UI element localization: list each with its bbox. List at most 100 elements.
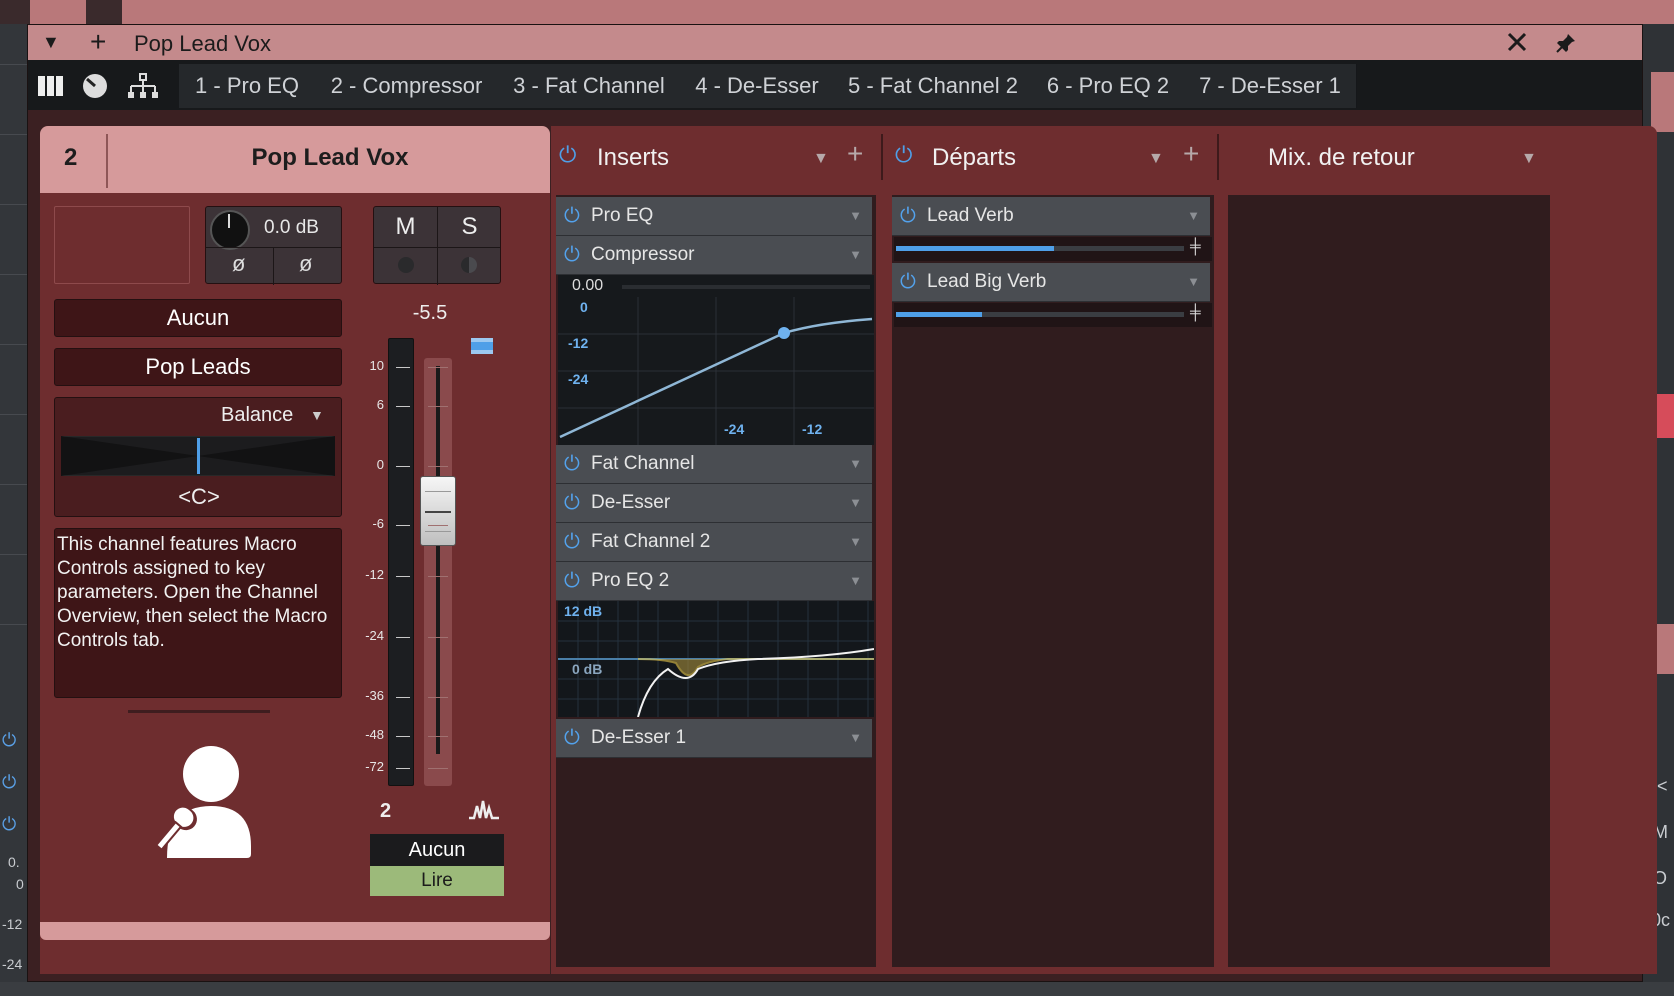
send-slot-lead-big-verb[interactable]: ⏻ Lead Big Verb ▼ — [892, 263, 1210, 302]
pan-mode-dropdown-icon[interactable]: ▼ — [310, 407, 324, 423]
mixer-view-icon[interactable] — [32, 68, 70, 104]
power-icon[interactable]: ⏻ — [564, 445, 580, 483]
tab-compressor[interactable]: 2 - Compressor — [315, 64, 499, 108]
chevron-down-icon[interactable]: ▼ — [849, 484, 862, 522]
fader-scale-tick — [396, 525, 410, 526]
fader-scale-label: -6 — [372, 516, 384, 531]
pre-post-fader-icon[interactable]: ╪ — [1190, 238, 1201, 255]
chevron-down-icon[interactable]: ▼ — [849, 236, 862, 274]
channel-image-slot[interactable] — [54, 206, 190, 284]
pin-icon[interactable] — [1554, 31, 1578, 55]
tab-fat-channel-2[interactable]: 5 - Fat Channel 2 — [834, 64, 1033, 108]
power-icon[interactable]: ⏻ — [564, 236, 580, 274]
tab-fat-channel[interactable]: 3 - Fat Channel — [498, 64, 681, 108]
add-icon[interactable]: + — [90, 26, 106, 58]
eq-scale-label: 0 dB — [572, 661, 603, 677]
power-icon[interactable]: ⏻ — [564, 523, 580, 561]
chevron-down-icon[interactable]: ▼ — [849, 562, 862, 600]
chevron-down-icon[interactable]: ▼ — [1187, 263, 1200, 301]
insert-slot-compressor[interactable]: ⏻ Compressor ▼ — [556, 236, 872, 275]
fader-scale-tick — [396, 576, 410, 577]
insert-slot-fat-channel[interactable]: ⏻ Fat Channel ▼ — [556, 445, 872, 484]
sends-list: ⏻ Lead Verb ▼ ╪ ⏻ Lead Big Verb ▼ ╪ — [892, 195, 1214, 967]
chevron-down-icon[interactable]: ▼ — [1187, 197, 1200, 235]
pan-handle[interactable] — [197, 438, 200, 474]
threshold-handle[interactable] — [778, 327, 790, 339]
return-mix-area[interactable] — [1228, 195, 1550, 967]
chevron-down-icon[interactable]: ▼ — [849, 719, 862, 757]
channel-name[interactable]: Pop Lead Vox — [110, 144, 550, 172]
monitor-button[interactable] — [461, 257, 477, 273]
channel-notes[interactable]: This channel features Macro Controls ass… — [54, 528, 342, 698]
return-mix-dropdown-icon[interactable]: ▼ — [1521, 150, 1537, 168]
pan-slider[interactable] — [61, 436, 335, 476]
chevron-down-icon[interactable]: ▼ — [849, 523, 862, 561]
pan-mode-label[interactable]: Balance — [221, 404, 293, 427]
fader-scale-tick — [428, 736, 448, 737]
power-icon[interactable]: ⏻ — [564, 197, 580, 235]
header-divider — [106, 134, 108, 188]
tab-de-esser[interactable]: 4 - De-Esser — [680, 64, 835, 108]
input-gain-knob[interactable] — [210, 210, 250, 250]
background-power-icon: ⏻ — [2, 730, 17, 750]
chevron-down-icon[interactable]: ▼ — [849, 197, 862, 235]
insert-name: De-Esser — [591, 492, 671, 513]
power-icon[interactable]: ⏻ — [564, 719, 580, 757]
automation-indicator-icon[interactable] — [471, 338, 493, 354]
tab-pro-eq[interactable]: 1 - Pro EQ — [179, 64, 316, 108]
hierarchy-icon[interactable] — [124, 68, 162, 104]
tab-de-esser-1[interactable]: 7 - De-Esser 1 — [1184, 64, 1357, 108]
fader-value: -5.5 — [412, 302, 448, 324]
power-icon[interactable]: ⏻ — [564, 484, 580, 522]
mute-button[interactable]: M — [374, 213, 437, 241]
inserts-dropdown-icon[interactable]: ▼ — [813, 150, 829, 168]
resize-handle[interactable] — [128, 710, 270, 713]
fader-scale-tick — [428, 637, 448, 638]
input-selector[interactable]: Aucun — [54, 299, 342, 337]
fader-scale-label: -48 — [365, 727, 384, 742]
compressor-mini-view[interactable]: 0.00 0 -12 -24 -24 -12 — [558, 275, 874, 445]
insert-slot-de-esser[interactable]: ⏻ De-Esser ▼ — [556, 484, 872, 523]
close-icon[interactable] — [1506, 31, 1528, 53]
power-icon[interactable]: ⏻ — [900, 263, 916, 301]
pre-post-fader-icon[interactable]: ╪ — [1190, 304, 1201, 321]
insert-slot-de-esser-1[interactable]: ⏻ De-Esser 1 ▼ — [556, 719, 872, 758]
insert-slot-pro-eq-2[interactable]: ⏻ Pro EQ 2 ▼ — [556, 562, 872, 601]
automation-mode-button[interactable]: Lire — [370, 866, 504, 896]
send-level-row: ╪ — [894, 237, 1212, 261]
input-selector-label: Aucun — [166, 305, 230, 330]
background-power-icon: ⏻ — [2, 772, 17, 792]
power-icon[interactable]: ⏻ — [564, 562, 580, 600]
routing-dial-icon[interactable] — [76, 68, 114, 104]
phase-invert-left-button[interactable]: ø — [232, 251, 245, 277]
waveform-icon[interactable] — [468, 798, 500, 822]
tab-pro-eq-2[interactable]: 6 - Pro EQ 2 — [1032, 64, 1185, 108]
mute-solo-block: M S — [373, 206, 501, 285]
insert-slot-fat-channel-2[interactable]: ⏻ Fat Channel 2 ▼ — [556, 523, 872, 562]
volume-fader-handle[interactable] — [420, 476, 456, 546]
sends-dropdown-icon[interactable]: ▼ — [1148, 150, 1164, 168]
sends-add-icon[interactable]: + — [1183, 138, 1199, 170]
inserts-power-icon[interactable]: ⏻ — [559, 142, 576, 168]
record-arm-button[interactable] — [398, 257, 414, 273]
sends-power-icon[interactable]: ⏻ — [895, 142, 912, 168]
background-block — [0, 0, 30, 24]
automation-selector[interactable]: Aucun — [370, 834, 504, 866]
inserts-add-icon[interactable]: + — [847, 138, 863, 170]
background-value: 0. — [8, 854, 20, 870]
chevron-down-icon[interactable]: ▼ — [849, 445, 862, 483]
power-icon[interactable]: ⏻ — [900, 197, 916, 235]
insert-slot-pro-eq[interactable]: ⏻ Pro EQ ▼ — [556, 197, 872, 236]
fader-scale-label: 0 — [376, 457, 384, 472]
collapse-menu-icon[interactable]: ▼ — [42, 32, 60, 53]
send-slot-lead-verb[interactable]: ⏻ Lead Verb ▼ — [892, 197, 1210, 236]
send-level-slider[interactable] — [896, 312, 1184, 317]
window-title: Pop Lead Vox — [134, 31, 272, 56]
output-selector[interactable]: Pop Leads — [54, 348, 342, 386]
send-level-slider[interactable] — [896, 246, 1184, 251]
insert-name: Compressor — [591, 244, 695, 265]
fader-scale-tick — [428, 406, 448, 407]
phase-invert-right-button[interactable]: ø — [299, 251, 312, 277]
eq-mini-view[interactable]: 12 dB 0 dB — [558, 601, 875, 718]
solo-button[interactable]: S — [438, 213, 501, 241]
